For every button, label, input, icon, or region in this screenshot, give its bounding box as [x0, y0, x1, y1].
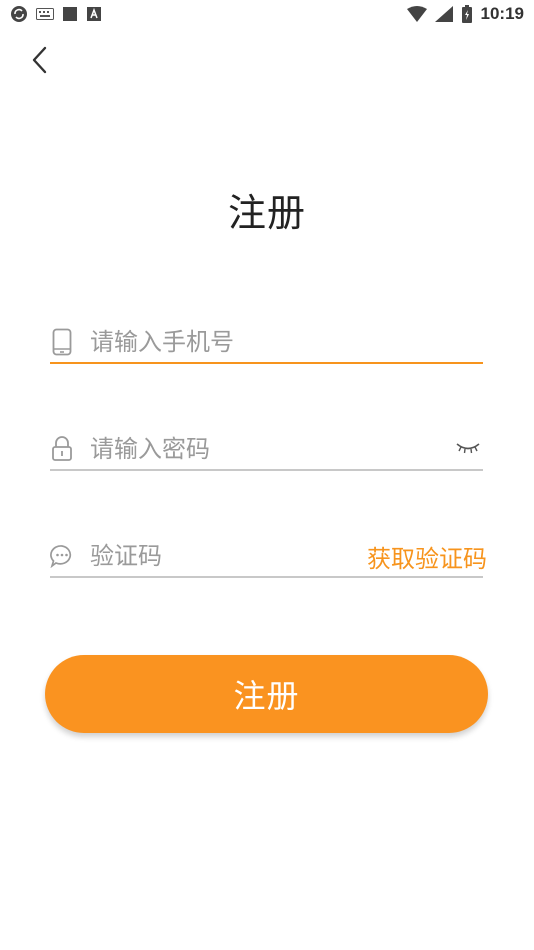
status-time: 10:19 [480, 4, 524, 23]
signal-icon [434, 6, 453, 22]
get-code-button[interactable]: 获取验证码 [367, 539, 487, 574]
a-icon [86, 6, 102, 22]
phone-underline [50, 362, 483, 364]
phone-icon [50, 328, 74, 356]
keyboard-icon [36, 8, 54, 20]
message-icon [50, 542, 74, 570]
password-underline [50, 469, 483, 471]
lock-icon [50, 435, 74, 463]
password-visibility-toggle[interactable] [453, 437, 483, 461]
eye-closed-icon [455, 440, 481, 459]
register-button[interactable]: 注册 [45, 655, 488, 733]
phone-field [50, 320, 483, 364]
password-field [50, 427, 483, 471]
sync-icon [10, 5, 28, 23]
phone-input[interactable] [90, 324, 483, 360]
code-field: 获取验证码 [50, 534, 487, 578]
status-right: 10:19 [406, 4, 524, 24]
battery-icon [461, 5, 473, 23]
back-button[interactable] [22, 44, 56, 80]
register-screen: 10:19 注册 请输入手机号 验证码 获取验证码 注册 [0, 0, 534, 950]
chevron-left-icon [29, 45, 49, 79]
password-input[interactable] [90, 431, 453, 467]
page-title: 注册 [227, 191, 306, 235]
square-icon [62, 6, 78, 22]
status-left [10, 5, 102, 23]
code-input[interactable] [90, 538, 367, 574]
wifi-icon [406, 6, 427, 22]
status-bar: 10:19 [0, 0, 534, 28]
code-underline [50, 576, 483, 578]
